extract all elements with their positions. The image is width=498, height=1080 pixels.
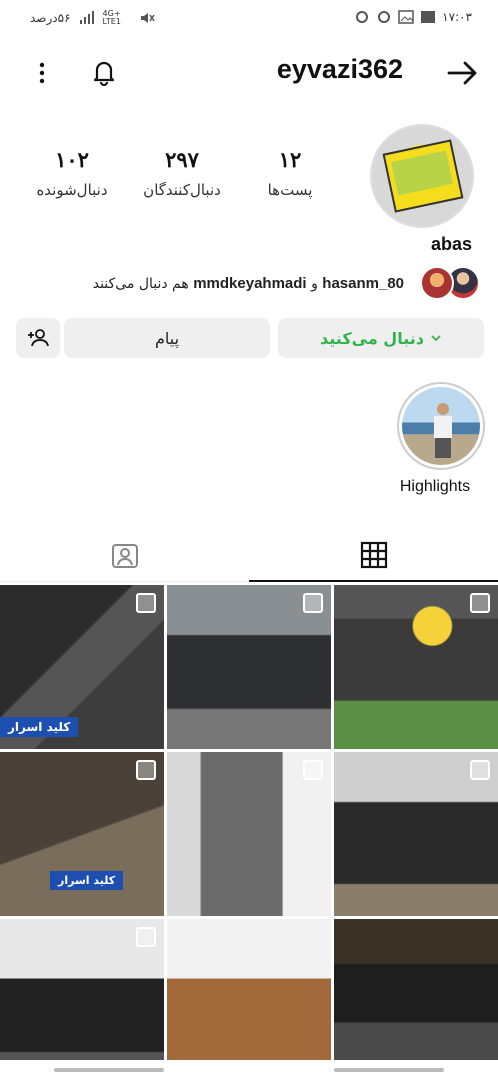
multiple-photos-icon	[136, 760, 156, 780]
followed-by-text: hasanm_80 و mmdkeyahmadi هم دنبال می‌کنن…	[92, 275, 404, 292]
chevron-down-icon	[431, 335, 441, 342]
display-name: abas	[430, 234, 472, 254]
nav-handle[interactable]	[54, 1068, 164, 1072]
stat-posts-label: پست‌ها	[267, 181, 313, 199]
post-thumbnail[interactable]	[334, 919, 498, 1060]
nav-handle[interactable]	[334, 1068, 444, 1072]
sync-icon-2	[378, 11, 391, 23]
network-text: 4G+ LTE1	[102, 9, 121, 26]
profile-username: eyvazi362	[276, 54, 403, 84]
follower-avatar	[420, 266, 454, 300]
stat-followers-value: ۲۹۷	[165, 149, 199, 172]
highlight-cover	[402, 387, 480, 465]
stat-followers-label: دنبال‌کنندگان	[143, 181, 221, 199]
stat-following-label: دنبال‌شونده	[36, 181, 108, 199]
gallery-icon-2	[421, 11, 436, 23]
followed-user-2[interactable]: mmdkeyahmadi	[193, 275, 306, 292]
more-vertical-icon[interactable]	[30, 56, 54, 88]
message-label: پیام	[154, 328, 180, 348]
add-user-icon	[28, 329, 49, 347]
stat-following-value: ۱۰۲	[55, 149, 89, 172]
following-button[interactable]: دنبال می‌کنید	[278, 318, 484, 358]
status-bar: ۵۶درصد 4G+ LTE1 ۱۷:۰۳	[0, 0, 498, 38]
multiple-photos-icon	[136, 593, 156, 613]
profile-stats: ۱۲ پست‌ها ۲۹۷ دنبال‌کنندگان ۱۰۲ دنبال‌شو…	[0, 148, 360, 208]
multiple-photos-icon	[470, 760, 490, 780]
stat-followers[interactable]: ۲۹۷ دنبال‌کنندگان	[130, 148, 234, 199]
message-button[interactable]: پیام	[64, 318, 270, 358]
sync-icon	[356, 11, 369, 23]
post-thumbnail[interactable]	[334, 752, 498, 916]
tagged-person-icon	[111, 544, 138, 568]
post-thumbnail[interactable]	[167, 585, 331, 749]
highlight-label: Highlights	[399, 478, 471, 495]
following-label: دنبال می‌کنید	[320, 328, 424, 348]
profile-avatar[interactable]	[370, 124, 474, 228]
profile-header: eyvazi362	[0, 50, 498, 94]
add-user-button[interactable]	[16, 318, 60, 358]
multiple-photos-icon	[470, 593, 490, 613]
clock: ۱۷:۰۳	[442, 10, 472, 24]
stat-following[interactable]: ۱۰۲ دنبال‌شونده	[22, 148, 122, 199]
profile-actions: دنبال می‌کنید پیام	[16, 318, 484, 360]
multiple-photos-icon	[303, 593, 323, 613]
system-nav-bar	[0, 1062, 498, 1080]
followed-user-1[interactable]: hasanm_80	[322, 275, 404, 292]
stat-posts-value: ۱۲	[278, 149, 302, 172]
gallery-icon	[398, 10, 414, 24]
grid-icon	[360, 541, 387, 569]
post-badge: کلید اسرار	[0, 717, 79, 737]
followed-by-row[interactable]: hasanm_80 و mmdkeyahmadi هم دنبال می‌کنن…	[60, 266, 480, 302]
post-thumbnail[interactable]	[167, 752, 331, 916]
person-image	[434, 403, 452, 458]
battery-text: ۵۶درصد	[30, 11, 71, 25]
multiple-photos-icon	[303, 760, 323, 780]
posts-grid: کلید اسرار کلید اسرار	[0, 585, 498, 1060]
post-thumbnail[interactable]	[167, 919, 331, 1060]
post-thumbnail[interactable]	[334, 585, 498, 749]
profile-tabs	[0, 530, 498, 582]
mute-icon	[140, 13, 155, 23]
post-thumbnail[interactable]: کلید اسرار	[0, 752, 164, 916]
highlight-item[interactable]: Highlights	[396, 382, 486, 496]
tab-tagged[interactable]	[0, 530, 249, 582]
arrow-right-icon[interactable]	[446, 58, 480, 88]
tab-posts-grid[interactable]	[249, 530, 498, 582]
post-thumbnail[interactable]	[0, 919, 164, 1060]
multiple-photos-icon	[136, 927, 156, 947]
stat-posts[interactable]: ۱۲ پست‌ها	[252, 148, 328, 199]
signal-icon	[79, 11, 94, 24]
post-badge: کلید اسرار	[50, 871, 124, 890]
post-thumbnail[interactable]: کلید اسرار	[0, 585, 164, 749]
bell-icon[interactable]	[88, 56, 120, 88]
